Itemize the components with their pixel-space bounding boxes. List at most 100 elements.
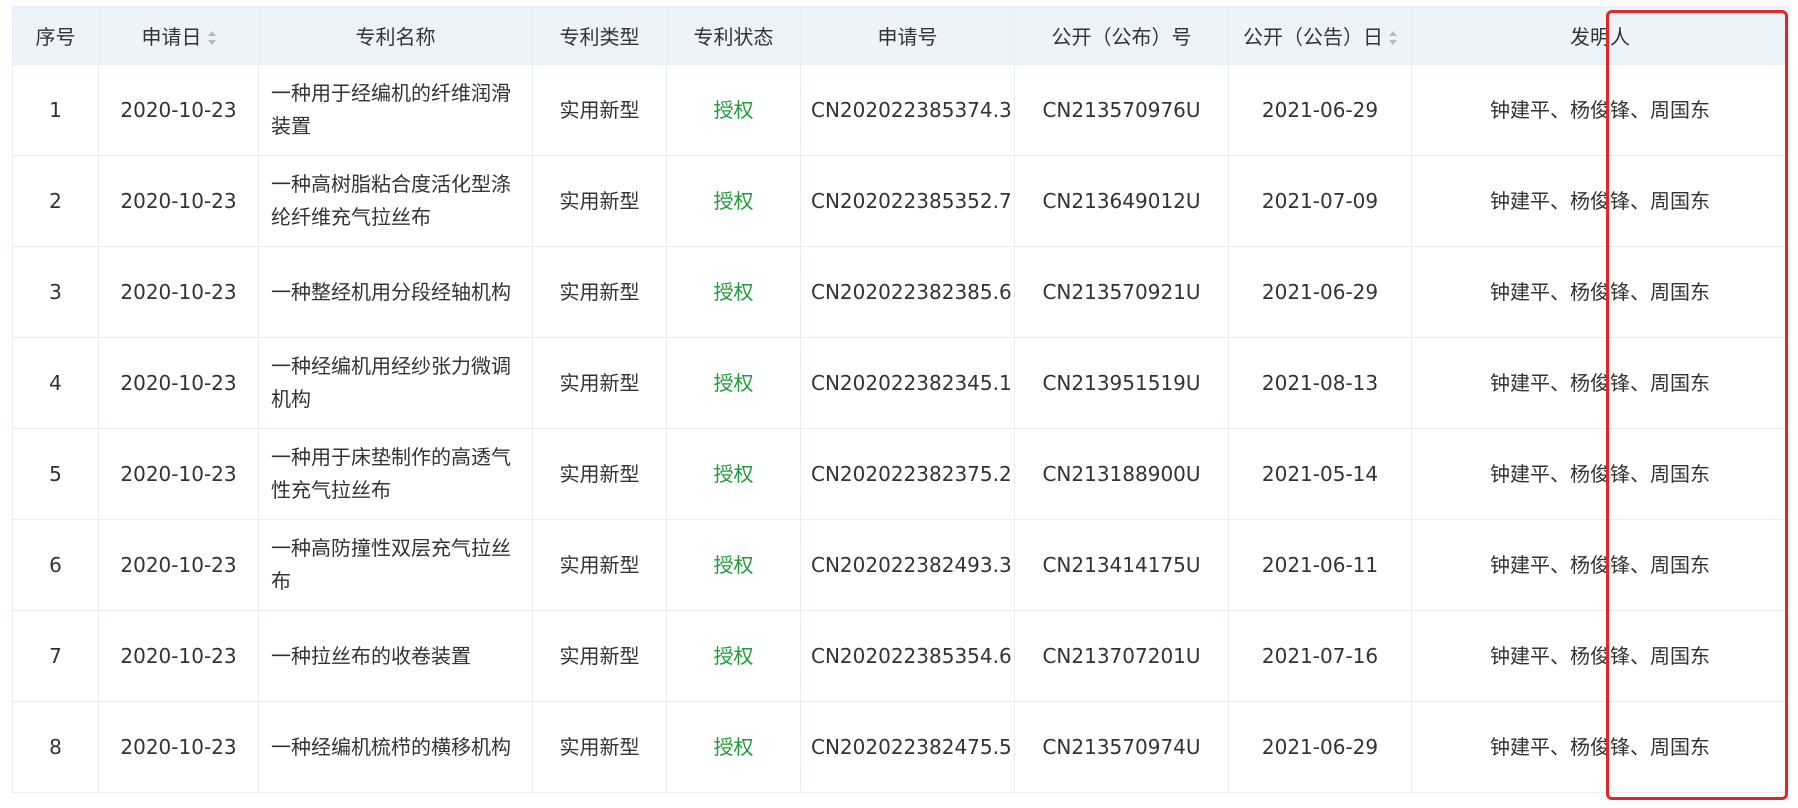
table-body: 1 2020-10-23 一种用于经编机的纤维润滑装置 实用新型 授权 CN20… xyxy=(12,64,1789,793)
table-row: 8 2020-10-23 一种经编机梳栉的横移机构 实用新型 授权 CN2020… xyxy=(12,701,1789,793)
cell-patent-name: 一种经编机用经纱张力微调机构 xyxy=(258,337,533,429)
cell-inventor: 钟建平、杨俊锋、周国东 xyxy=(1411,519,1789,611)
col-header-name: 专利名称 xyxy=(258,6,533,65)
table-row: 4 2020-10-23 一种经编机用经纱张力微调机构 实用新型 授权 CN20… xyxy=(12,337,1789,429)
cell-inventor: 钟建平、杨俊锋、周国东 xyxy=(1411,337,1789,429)
cell-pub-no: CN213414175U xyxy=(1014,519,1229,611)
sort-caret-icon[interactable] xyxy=(1389,30,1397,45)
cell-apply-date: 2020-10-23 xyxy=(98,428,259,520)
cell-patent-name: 一种高树脂粘合度活化型涤纶纤维充气拉丝布 xyxy=(258,155,533,247)
col-header-status-label: 专利状态 xyxy=(693,25,774,49)
cell-patent-status: 授权 xyxy=(666,64,801,156)
cell-pub-no: CN213570974U xyxy=(1014,701,1229,793)
patent-table-container: 序号 申请日 专利名称 专利类型 专利状态 申请号 公开（公布）号 公开（公告）… xyxy=(12,6,1789,793)
cell-patent-name: 一种用于床垫制作的高透气性充气拉丝布 xyxy=(258,428,533,520)
table-row: 3 2020-10-23 一种整经机用分段经轴机构 实用新型 授权 CN2020… xyxy=(12,246,1789,338)
cell-patent-type: 实用新型 xyxy=(532,428,667,520)
cell-apply-date: 2020-10-23 xyxy=(98,701,259,793)
col-header-apply-no: 申请号 xyxy=(800,6,1015,65)
cell-index: 7 xyxy=(12,610,99,702)
cell-apply-date: 2020-10-23 xyxy=(98,64,259,156)
cell-apply-date: 2020-10-23 xyxy=(98,246,259,338)
cell-pub-date: 2021-06-11 xyxy=(1228,519,1412,611)
cell-index: 4 xyxy=(12,337,99,429)
sort-ascending-icon[interactable] xyxy=(207,30,216,36)
col-header-apply-date[interactable]: 申请日 xyxy=(98,6,259,65)
header-row: 序号 申请日 专利名称 专利类型 专利状态 申请号 公开（公布）号 公开（公告）… xyxy=(12,6,1789,65)
col-header-type-label: 专利类型 xyxy=(559,25,640,49)
cell-patent-status: 授权 xyxy=(666,246,801,338)
table-row: 7 2020-10-23 一种拉丝布的收卷装置 实用新型 授权 CN202022… xyxy=(12,610,1789,702)
cell-patent-name: 一种整经机用分段经轴机构 xyxy=(258,246,533,338)
cell-apply-no: CN202022382475.5 xyxy=(800,701,1015,793)
cell-patent-status: 授权 xyxy=(666,428,801,520)
col-header-type: 专利类型 xyxy=(532,6,667,65)
cell-index: 1 xyxy=(12,64,99,156)
cell-patent-name: 一种经编机梳栉的横移机构 xyxy=(258,701,533,793)
cell-patent-status: 授权 xyxy=(666,337,801,429)
cell-index: 2 xyxy=(12,155,99,247)
cell-pub-no: CN213707201U xyxy=(1014,610,1229,702)
cell-patent-type: 实用新型 xyxy=(532,64,667,156)
cell-apply-date: 2020-10-23 xyxy=(98,155,259,247)
col-header-name-label: 专利名称 xyxy=(355,25,436,49)
cell-patent-type: 实用新型 xyxy=(532,701,667,793)
table-row: 6 2020-10-23 一种高防撞性双层充气拉丝布 实用新型 授权 CN202… xyxy=(12,519,1789,611)
cell-pub-date: 2021-06-29 xyxy=(1228,64,1412,156)
cell-apply-no: CN202022385354.6 xyxy=(800,610,1015,702)
cell-pub-no: CN213570921U xyxy=(1014,246,1229,338)
cell-patent-status: 授权 xyxy=(666,701,801,793)
sort-caret-icon[interactable] xyxy=(207,30,216,45)
table-row: 5 2020-10-23 一种用于床垫制作的高透气性充气拉丝布 实用新型 授权 … xyxy=(12,428,1789,520)
cell-apply-date: 2020-10-23 xyxy=(98,337,259,429)
col-header-pub-no: 公开（公布）号 xyxy=(1014,6,1229,65)
col-header-index: 序号 xyxy=(12,6,99,65)
cell-pub-date: 2021-08-13 xyxy=(1228,337,1412,429)
cell-apply-no: CN202022382345.1 xyxy=(800,337,1015,429)
cell-inventor: 钟建平、杨俊锋、周国东 xyxy=(1411,428,1789,520)
col-header-index-label: 序号 xyxy=(35,25,76,49)
sort-descending-icon[interactable] xyxy=(1389,39,1397,45)
cell-pub-no: CN213951519U xyxy=(1014,337,1229,429)
cell-patent-name: 一种用于经编机的纤维润滑装置 xyxy=(258,64,533,156)
cell-patent-type: 实用新型 xyxy=(532,155,667,247)
cell-index: 6 xyxy=(12,519,99,611)
table-row: 2 2020-10-23 一种高树脂粘合度活化型涤纶纤维充气拉丝布 实用新型 授… xyxy=(12,155,1789,247)
cell-pub-date: 2021-07-16 xyxy=(1228,610,1412,702)
cell-apply-no: CN202022382375.2 xyxy=(800,428,1015,520)
col-header-pub-date[interactable]: 公开（公告）日 xyxy=(1228,6,1412,65)
cell-inventor: 钟建平、杨俊锋、周国东 xyxy=(1411,701,1789,793)
cell-index: 8 xyxy=(12,701,99,793)
cell-apply-no: CN202022382385.6 xyxy=(800,246,1015,338)
cell-inventor: 钟建平、杨俊锋、周国东 xyxy=(1411,64,1789,156)
table-header: 序号 申请日 专利名称 专利类型 专利状态 申请号 公开（公布）号 公开（公告）… xyxy=(12,6,1789,65)
col-header-pub-no-label: 公开（公布）号 xyxy=(1051,25,1192,49)
sort-ascending-icon[interactable] xyxy=(1389,30,1397,36)
sort-descending-icon[interactable] xyxy=(207,39,216,45)
cell-patent-type: 实用新型 xyxy=(532,246,667,338)
patent-table: 序号 申请日 专利名称 专利类型 专利状态 申请号 公开（公布）号 公开（公告）… xyxy=(12,6,1789,793)
cell-patent-status: 授权 xyxy=(666,610,801,702)
cell-apply-no: CN202022385374.3 xyxy=(800,64,1015,156)
cell-patent-name: 一种高防撞性双层充气拉丝布 xyxy=(258,519,533,611)
cell-inventor: 钟建平、杨俊锋、周国东 xyxy=(1411,610,1789,702)
cell-apply-no: CN202022382493.3 xyxy=(800,519,1015,611)
cell-pub-no: CN213570976U xyxy=(1014,64,1229,156)
cell-pub-date: 2021-06-29 xyxy=(1228,246,1412,338)
cell-patent-type: 实用新型 xyxy=(532,519,667,611)
cell-pub-date: 2021-05-14 xyxy=(1228,428,1412,520)
table-row: 1 2020-10-23 一种用于经编机的纤维润滑装置 实用新型 授权 CN20… xyxy=(12,64,1789,156)
cell-inventor: 钟建平、杨俊锋、周国东 xyxy=(1411,246,1789,338)
cell-inventor: 钟建平、杨俊锋、周国东 xyxy=(1411,155,1789,247)
col-header-pub-date-label: 公开（公告）日 xyxy=(1243,25,1383,49)
col-header-inventor: 发明人 xyxy=(1411,6,1789,65)
cell-patent-type: 实用新型 xyxy=(532,610,667,702)
cell-pub-date: 2021-07-09 xyxy=(1228,155,1412,247)
cell-pub-no: CN213649012U xyxy=(1014,155,1229,247)
cell-pub-no: CN213188900U xyxy=(1014,428,1229,520)
cell-index: 5 xyxy=(12,428,99,520)
col-header-apply-date-label: 申请日 xyxy=(141,25,202,49)
cell-index: 3 xyxy=(12,246,99,338)
cell-patent-name: 一种拉丝布的收卷装置 xyxy=(258,610,533,702)
cell-patent-status: 授权 xyxy=(666,519,801,611)
